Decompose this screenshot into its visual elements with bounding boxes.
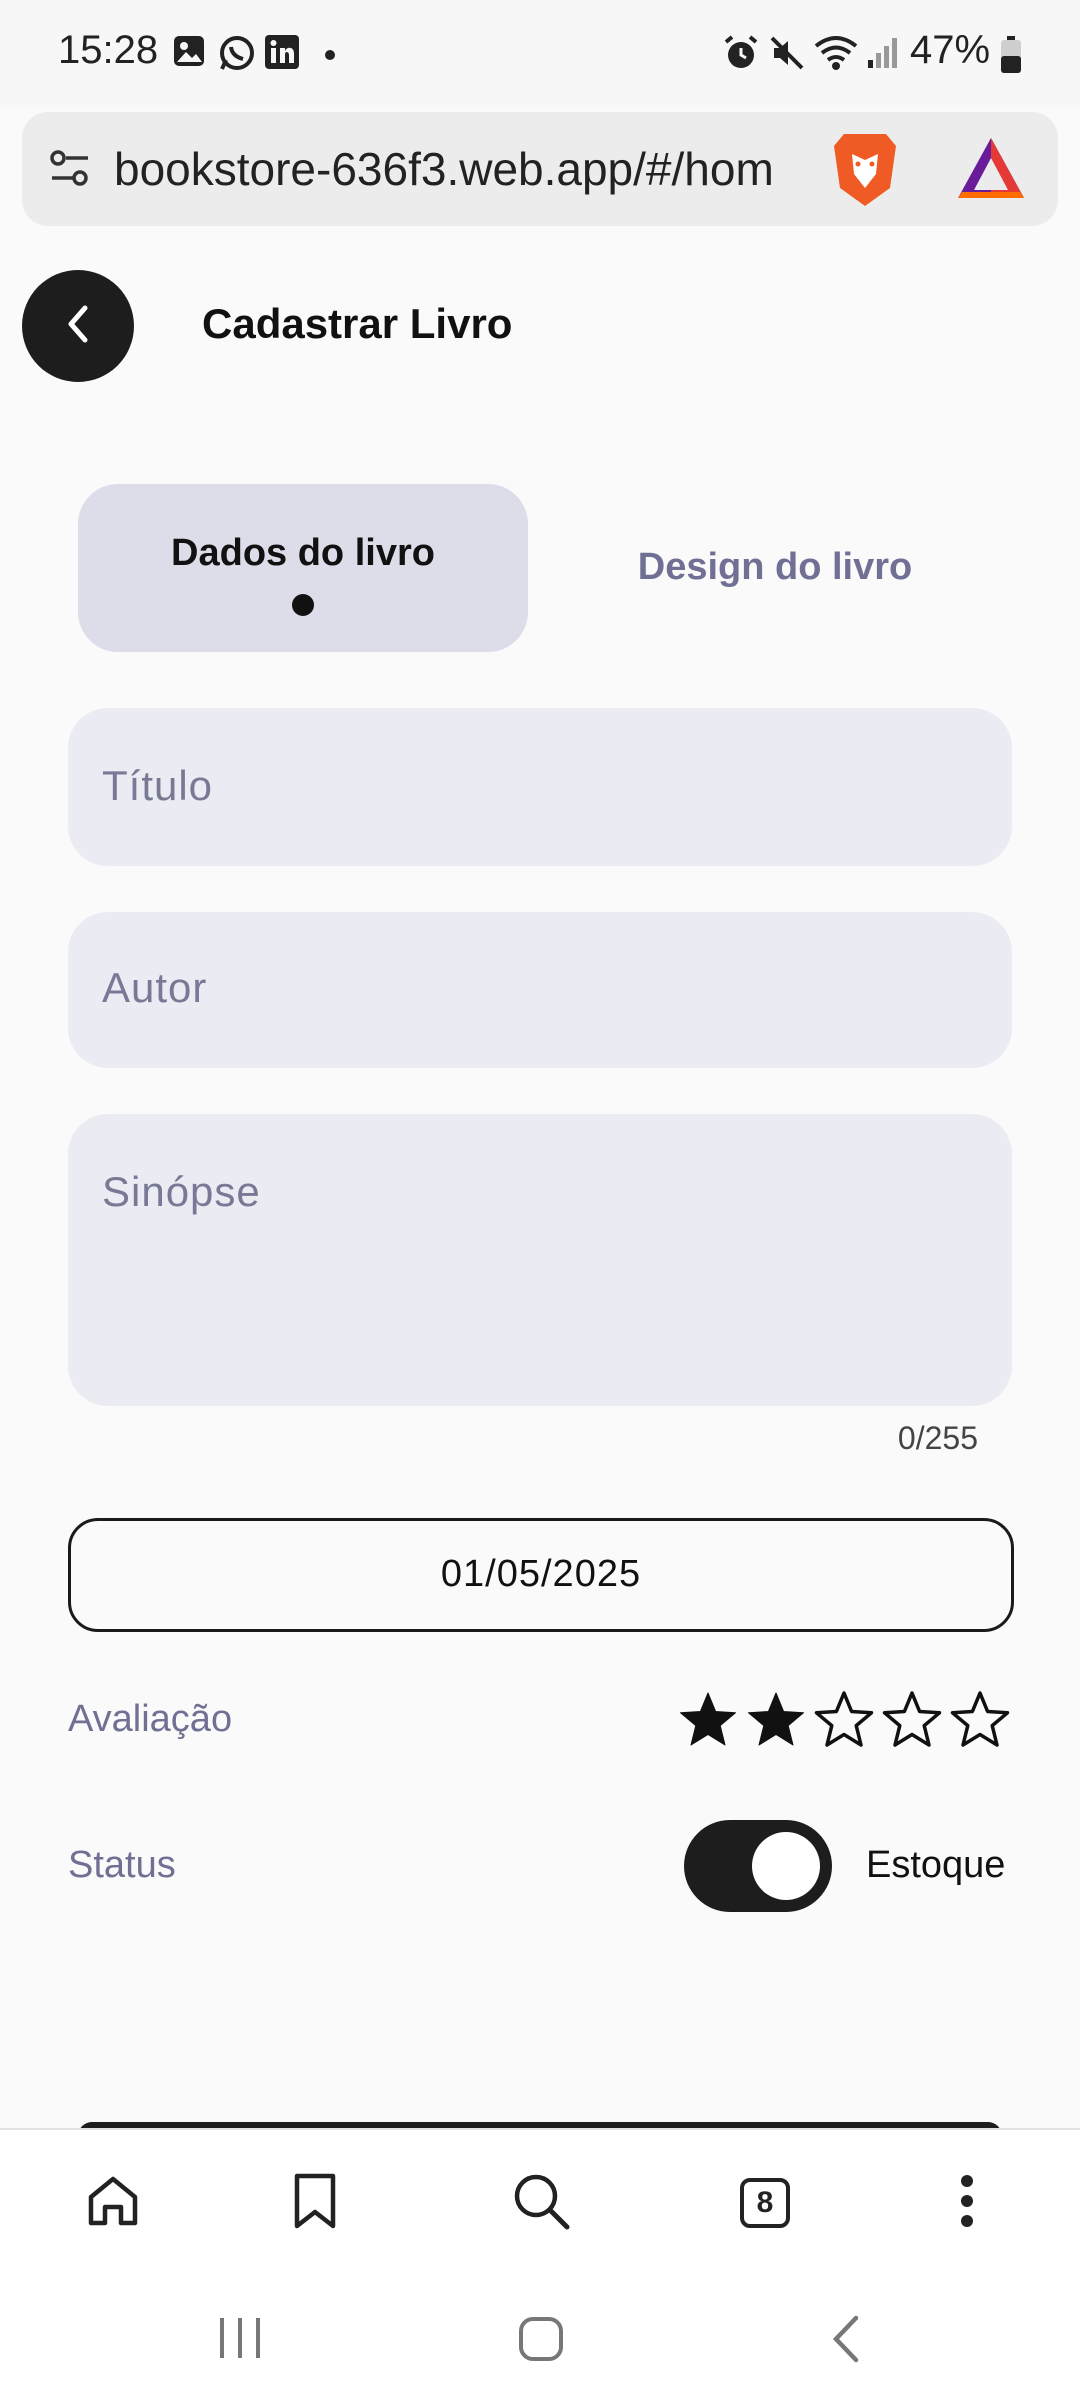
search-icon: [511, 2171, 571, 2236]
tab-dados-do-livro[interactable]: Dados do livro: [78, 484, 528, 652]
gallery-icon: [172, 34, 206, 73]
linkedin-icon: [264, 34, 300, 75]
page-title: Cadastrar Livro: [202, 300, 513, 347]
tab-label: Dados do livro: [171, 532, 435, 574]
battery-icon: [1000, 36, 1022, 79]
notification-dot-icon: [324, 48, 336, 66]
sinopse-field[interactable]: Sinópse: [68, 1114, 1012, 1406]
battery-percentage: 47%: [910, 28, 991, 72]
tab-selected-indicator: [292, 594, 314, 616]
titulo-field[interactable]: Título: [68, 708, 1012, 866]
wifi-icon: [814, 34, 858, 77]
star-outline-icon[interactable]: [950, 1690, 1010, 1750]
status-bar: 15:28 47%: [0, 0, 1080, 108]
recent-apps-icon[interactable]: [216, 2316, 264, 2365]
home-icon: [85, 2173, 141, 2234]
site-settings-icon[interactable]: [48, 146, 92, 195]
chevron-left-icon: [61, 304, 95, 349]
whatsapp-icon: [218, 34, 256, 77]
tabs-button[interactable]: 8: [730, 2168, 800, 2238]
back-button[interactable]: [22, 270, 134, 382]
system-navigation-bar: [0, 2274, 1080, 2400]
star-filled-icon[interactable]: [678, 1690, 738, 1750]
date-value: 01/05/2025: [440, 1553, 642, 1595]
toggle-knob: [752, 1832, 820, 1900]
alarm-icon: [722, 34, 760, 77]
home-button[interactable]: [78, 2168, 148, 2238]
url-text[interactable]: bookstore-636f3.web.app/#/hom: [114, 142, 826, 196]
search-button[interactable]: [506, 2168, 576, 2238]
date-picker-field[interactable]: 01/05/2025: [68, 1518, 1014, 1632]
status-label: Status: [68, 1844, 176, 1886]
menu-button[interactable]: [932, 2168, 1002, 2238]
home-nav-icon[interactable]: [518, 2316, 564, 2367]
status-toggle[interactable]: [684, 1820, 832, 1912]
autor-placeholder: Autor: [102, 964, 208, 1011]
tabs-count: 8: [740, 2178, 790, 2228]
tab-label: Design do livro: [637, 546, 913, 588]
signal-icon: [866, 34, 902, 75]
star-filled-icon[interactable]: [746, 1690, 806, 1750]
star-outline-icon[interactable]: [814, 1690, 874, 1750]
browser-toolbar: 8: [0, 2128, 1080, 2276]
brave-shields-icon[interactable]: [830, 130, 900, 213]
sinopse-char-counter: 0/255: [897, 1420, 978, 1456]
tab-design-do-livro[interactable]: Design do livro: [560, 484, 990, 652]
mute-icon: [768, 34, 806, 77]
sinopse-placeholder: Sinópse: [102, 1168, 261, 1215]
back-nav-icon[interactable]: [828, 2314, 862, 2369]
more-vertical-icon: [959, 2174, 975, 2233]
autor-field[interactable]: Autor: [68, 912, 1012, 1068]
titulo-placeholder: Título: [102, 762, 214, 809]
bookmark-icon: [291, 2172, 339, 2235]
address-bar[interactable]: bookstore-636f3.web.app/#/hom: [22, 112, 1058, 226]
rating-label: Avaliação: [68, 1698, 233, 1740]
status-value: Estoque: [866, 1844, 1006, 1886]
status-time: 15:28: [58, 28, 159, 72]
brave-rewards-icon[interactable]: [956, 136, 1026, 207]
bookmarks-button[interactable]: [280, 2168, 350, 2238]
star-outline-icon[interactable]: [882, 1690, 942, 1750]
